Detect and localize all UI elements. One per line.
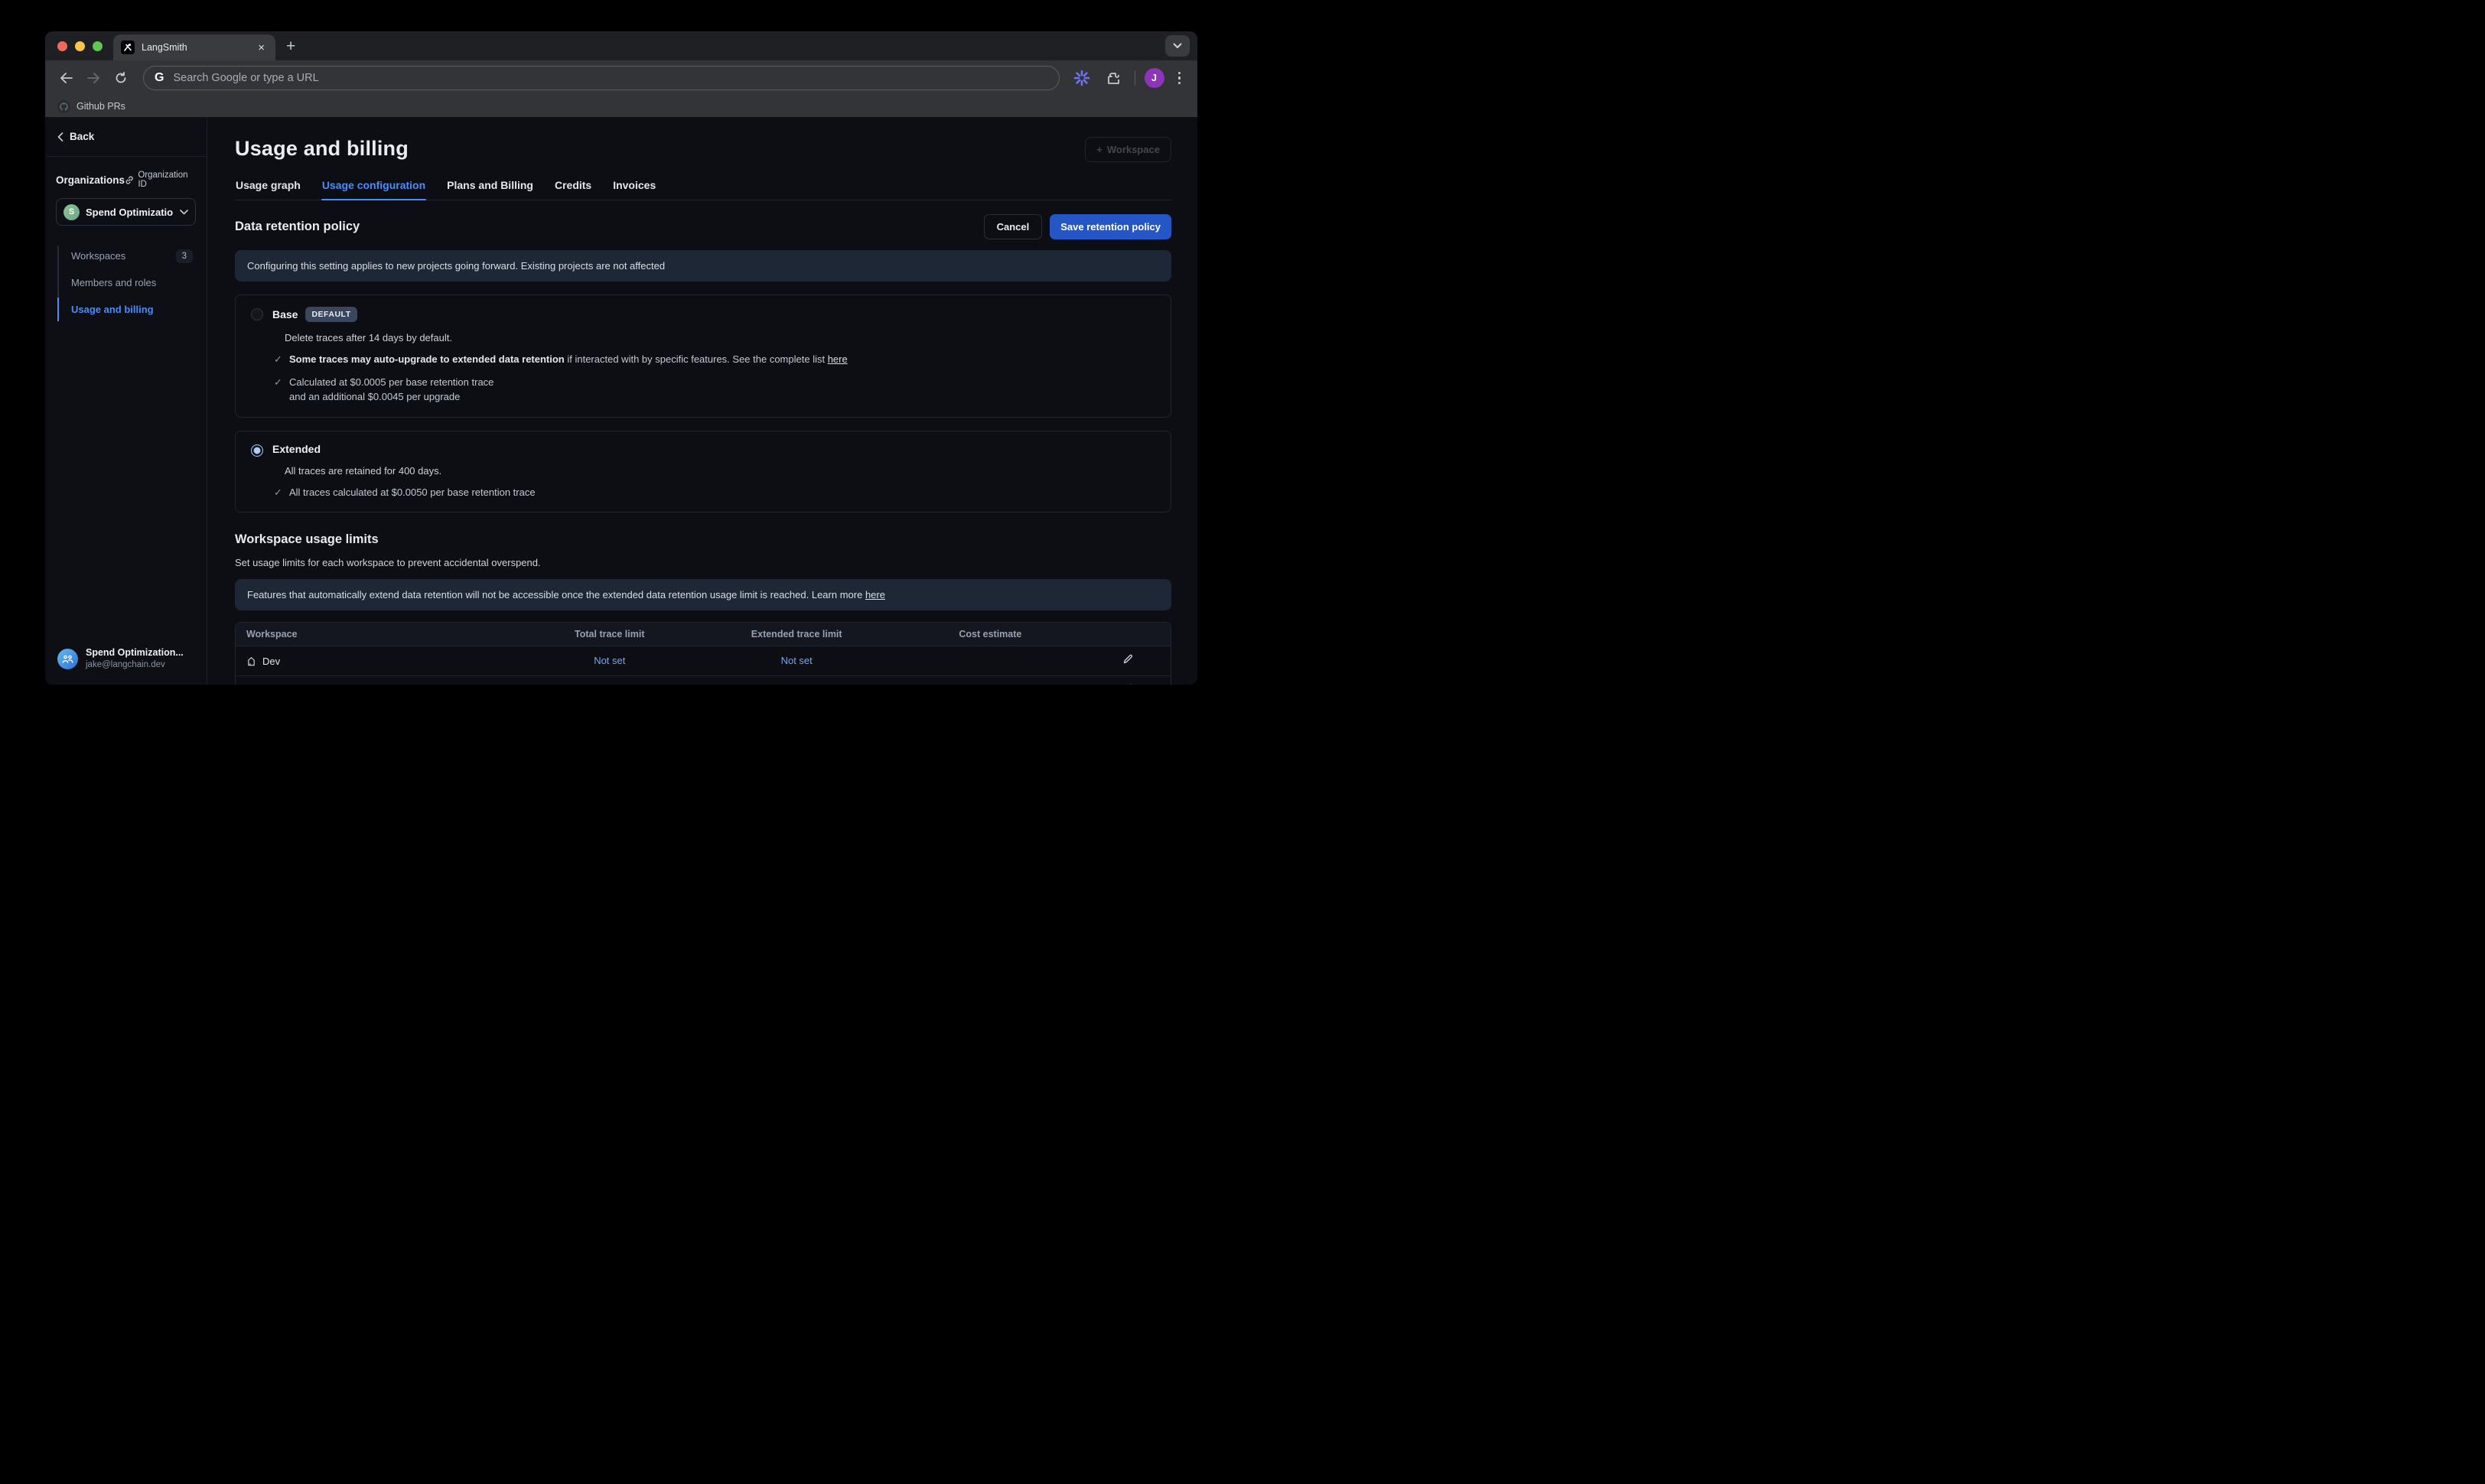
check-icon: ✓ (274, 486, 284, 500)
page-title: Usage and billing (235, 137, 409, 161)
back-button[interactable]: Back (45, 117, 207, 157)
base-option-name: Base (272, 308, 298, 321)
col-extended-trace-limit: Extended trace limit (703, 629, 890, 639)
org-name: Spend Optimization Tu... (86, 207, 174, 218)
base-radio[interactable] (251, 308, 263, 321)
browser-window: LangSmith × + G Search Google or type a … (45, 31, 1197, 685)
retention-option-extended[interactable]: Extended All traces are retained for 400… (235, 431, 1171, 513)
extended-description: All traces are retained for 400 days. (285, 465, 1157, 477)
limits-info-banner: Features that automatically extend data … (235, 579, 1171, 610)
refresh-icon[interactable] (109, 67, 132, 89)
check-icon: ✓ (274, 353, 284, 367)
table-header-row: Workspace Total trace limit Extended tra… (236, 623, 1171, 646)
main-content: Usage and billing + Workspace Usage grap… (207, 117, 1197, 685)
organization-id-button[interactable]: Organization ID (125, 171, 196, 189)
page-tabs: Usage graph Usage configuration Plans an… (235, 179, 1171, 200)
org-selector[interactable]: S Spend Optimization Tu... (56, 198, 196, 226)
user-name: Spend Optimization... (86, 647, 184, 659)
col-total-trace-limit: Total trace limit (516, 629, 703, 639)
save-retention-policy-button[interactable]: Save retention policy (1050, 214, 1171, 239)
link-icon (125, 175, 134, 185)
check-icon: ✓ (274, 376, 284, 405)
base-bullet-2: ✓ Calculated at $0.0005 per base retenti… (274, 376, 1157, 405)
back-icon[interactable] (54, 67, 77, 89)
tab-credits[interactable]: Credits (554, 179, 592, 200)
sidebar: Back Organizations Organization ID S Spe… (45, 117, 207, 685)
browser-menu-icon[interactable] (1174, 72, 1186, 85)
limits-heading: Workspace usage limits (235, 532, 1171, 547)
maximize-window-button[interactable] (93, 41, 103, 51)
tab-title: LangSmith (142, 42, 248, 53)
col-cost-estimate: Cost estimate (890, 629, 1086, 639)
add-workspace-button[interactable]: + Workspace (1085, 137, 1171, 162)
plus-icon: + (1096, 144, 1102, 155)
table-row-dev: Dev Not set Not set (236, 646, 1171, 676)
tab-search-button[interactable] (1165, 35, 1190, 57)
organizations-label: Organizations (56, 174, 125, 186)
close-tab-icon[interactable]: × (255, 41, 268, 55)
google-logo-icon: G (155, 71, 164, 85)
workspace-limits-table: Workspace Total trace limit Extended tra… (235, 622, 1171, 685)
url-placeholder: Search Google or type a URL (173, 72, 318, 84)
forward-icon[interactable] (82, 67, 105, 89)
url-bar[interactable]: G Search Google or type a URL (143, 66, 1060, 90)
new-tab-button[interactable]: + (286, 37, 295, 56)
bookmarks-bar: Github PRs (45, 96, 1197, 117)
sidebar-nav: Workspaces 3 Members and roles Usage and… (56, 242, 196, 323)
back-label: Back (70, 131, 94, 142)
langsmith-app: Back Organizations Organization ID S Spe… (45, 117, 1197, 685)
chevron-left-icon (57, 132, 64, 142)
edit-pencil-icon[interactable] (1122, 653, 1134, 665)
browser-toolbar: G Search Google or type a URL J (45, 60, 1197, 96)
see-complete-list-link[interactable]: here (828, 353, 848, 365)
sidebar-body: Organizations Organization ID S Spend Op… (45, 157, 207, 636)
workspaces-count-badge: 3 (176, 249, 193, 263)
table-row-prod: Prod Not set Not set (236, 676, 1171, 685)
extended-radio[interactable] (251, 444, 263, 457)
org-avatar: S (64, 204, 80, 220)
sidebar-item-usage-and-billing[interactable]: Usage and billing (64, 296, 196, 323)
organization-id-label: Organization ID (138, 171, 196, 189)
user-email: jake@langchain.dev (86, 659, 184, 671)
retention-option-base[interactable]: Base DEFAULT Delete traces after 14 days… (235, 295, 1171, 418)
sidebar-item-workspaces[interactable]: Workspaces 3 (64, 242, 196, 269)
close-window-button[interactable] (57, 41, 67, 51)
extended-bullet-1: ✓ All traces calculated at $0.0050 per b… (274, 486, 1157, 500)
learn-more-link[interactable]: here (865, 589, 885, 600)
profile-avatar[interactable]: J (1145, 68, 1164, 88)
tab-strip: LangSmith × + (45, 31, 1197, 60)
extensions-puzzle-icon[interactable] (1102, 67, 1125, 89)
user-avatar-icon (57, 649, 78, 669)
toolbar-right: J (1070, 67, 1189, 89)
base-description: Delete traces after 14 days by default. (285, 332, 1157, 343)
github-icon (57, 100, 70, 113)
browser-tab-langsmith[interactable]: LangSmith × (113, 34, 275, 60)
edit-pencil-icon[interactable] (1122, 683, 1134, 685)
base-bullet-1: ✓ Some traces may auto-upgrade to extend… (274, 353, 1157, 367)
cancel-button[interactable]: Cancel (984, 214, 1043, 239)
retention-info-banner: Configuring this setting applies to new … (235, 250, 1171, 282)
langsmith-favicon-icon (121, 41, 135, 54)
extended-option-name: Extended (272, 443, 321, 455)
default-badge: DEFAULT (305, 307, 357, 322)
chevron-down-icon (180, 210, 188, 215)
bookmark-github-prs[interactable]: Github PRs (77, 101, 125, 112)
tab-usage-graph[interactable]: Usage graph (235, 179, 301, 200)
extension-burst-icon[interactable] (1070, 67, 1093, 89)
dev-extended-limit-link[interactable]: Not set (781, 655, 813, 666)
tab-plans-and-billing[interactable]: Plans and Billing (446, 179, 534, 200)
minimize-window-button[interactable] (75, 41, 85, 51)
window-controls (45, 31, 113, 60)
retention-heading: Data retention policy (235, 220, 360, 234)
tab-usage-configuration[interactable]: Usage configuration (321, 179, 426, 200)
user-menu[interactable]: Spend Optimization... jake@langchain.dev (45, 636, 207, 685)
tab-invoices[interactable]: Invoices (612, 179, 656, 200)
sidebar-item-members-and-roles[interactable]: Members and roles (64, 269, 196, 296)
workspace-icon (246, 656, 256, 666)
limits-subheading: Set usage limits for each workspace to p… (235, 557, 1171, 568)
dev-total-limit-link[interactable]: Not set (594, 655, 625, 666)
col-workspace: Workspace (236, 629, 516, 639)
